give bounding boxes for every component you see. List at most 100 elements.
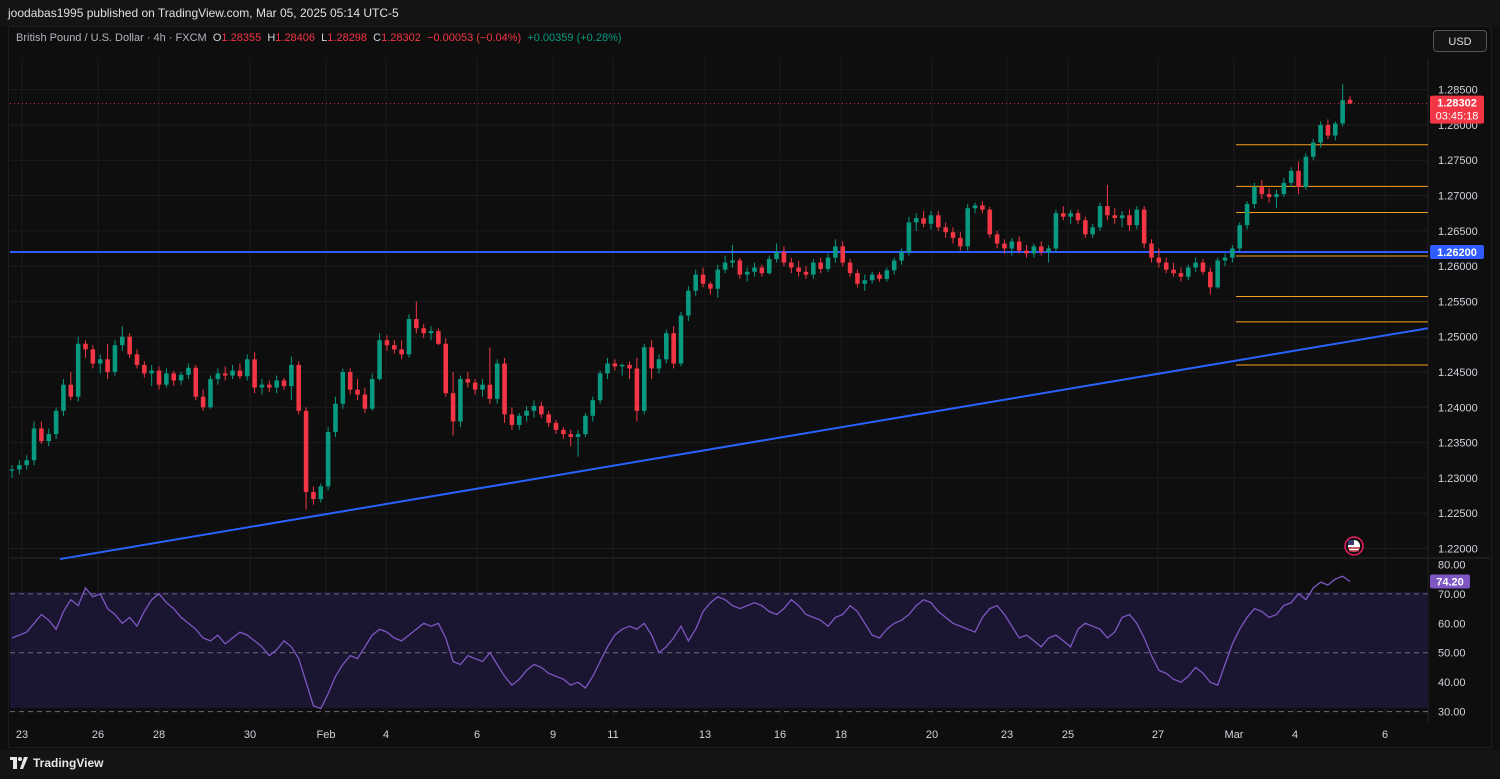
candle [480, 379, 485, 397]
candle-body [450, 393, 456, 422]
candle-body [1097, 206, 1103, 228]
candle [436, 328, 441, 346]
candle [281, 377, 287, 390]
candle [641, 343, 647, 415]
candle [450, 372, 456, 436]
candle-body [1119, 215, 1125, 219]
candle-body [112, 345, 118, 372]
candle-body [90, 349, 96, 364]
chart-canvas[interactable]: 1.26200 74.20 1.22000 1.22500 1.23000 1.235… [0, 0, 1500, 750]
time-tick-label: 4 [1292, 729, 1298, 741]
candle-body [164, 373, 169, 385]
candle [803, 266, 809, 279]
candle-body [1156, 257, 1162, 263]
candle [818, 257, 823, 274]
candle-body [700, 274, 706, 284]
candle [553, 420, 559, 435]
candle [465, 372, 471, 388]
candle [730, 244, 735, 268]
candle [61, 379, 66, 416]
candle-body [928, 215, 934, 224]
candle [230, 364, 235, 380]
candle-body [1105, 206, 1110, 216]
candle [193, 364, 199, 401]
candle [362, 387, 368, 413]
candle [1068, 209, 1073, 224]
time-tick-label: 11 [607, 729, 618, 741]
candle [884, 267, 890, 282]
candle-body [649, 347, 654, 369]
candle-body [1141, 209, 1147, 244]
candle-body [1266, 194, 1272, 197]
candle-body [362, 394, 368, 409]
time-tick-label: 25 [1062, 729, 1074, 741]
candle [237, 363, 243, 380]
candle-body [200, 396, 206, 408]
candle-body [1075, 213, 1081, 221]
candle [149, 364, 154, 387]
candle-body [796, 267, 801, 272]
candle [744, 267, 750, 282]
candle [855, 269, 860, 288]
candle [686, 285, 691, 322]
candle [722, 255, 728, 274]
candle [1149, 239, 1154, 263]
candle-body [612, 363, 618, 367]
candle [1215, 257, 1220, 289]
candle [1237, 222, 1243, 252]
candle [1053, 209, 1059, 252]
candle [715, 264, 721, 298]
candle-body [1134, 209, 1140, 226]
candle-body [715, 269, 721, 289]
price-tick-label: 1.26500 [1438, 226, 1478, 238]
candle [377, 333, 382, 381]
candle [303, 407, 309, 510]
candle-body [399, 349, 404, 355]
candle-body [377, 340, 382, 380]
candle [847, 259, 853, 277]
candle-body [259, 384, 265, 388]
candle [392, 340, 397, 354]
candle [561, 427, 566, 440]
markers: 1.2830203:45:18 [10, 95, 1484, 556]
candle [649, 340, 654, 380]
candle-body [759, 267, 765, 274]
candle [384, 335, 390, 351]
candle-body [869, 274, 875, 281]
candle-body [965, 208, 970, 247]
candle [68, 372, 74, 401]
candle-body [641, 347, 647, 411]
candle-body [347, 372, 353, 390]
candle [156, 366, 162, 390]
candle [1171, 262, 1176, 277]
candle [274, 375, 279, 394]
candle-body [9, 469, 15, 471]
candle-body [1009, 241, 1015, 249]
candle [502, 357, 507, 423]
candle-body [590, 400, 596, 416]
candle [46, 428, 52, 447]
candle [296, 361, 301, 415]
candle [1208, 267, 1213, 295]
candle [1038, 241, 1044, 256]
candle-body [818, 262, 823, 269]
candle-body [384, 340, 390, 346]
candle-body [494, 363, 500, 399]
candle [590, 396, 596, 422]
time-tick-label: Feb [317, 729, 336, 741]
candle [494, 359, 500, 404]
candle [1112, 208, 1118, 224]
candle-body [1024, 250, 1029, 254]
candle-body [781, 252, 787, 263]
tradingview-logo[interactable]: TradingView [10, 756, 103, 770]
candle [891, 257, 897, 275]
level-price-label: 1.26200 [1437, 247, 1477, 259]
candle-body [97, 359, 103, 364]
candle [524, 405, 529, 422]
candle-body [597, 373, 603, 401]
candle [987, 206, 993, 238]
candle [340, 368, 346, 409]
candle-body [958, 237, 963, 247]
candle [509, 407, 515, 430]
candle [31, 421, 37, 466]
